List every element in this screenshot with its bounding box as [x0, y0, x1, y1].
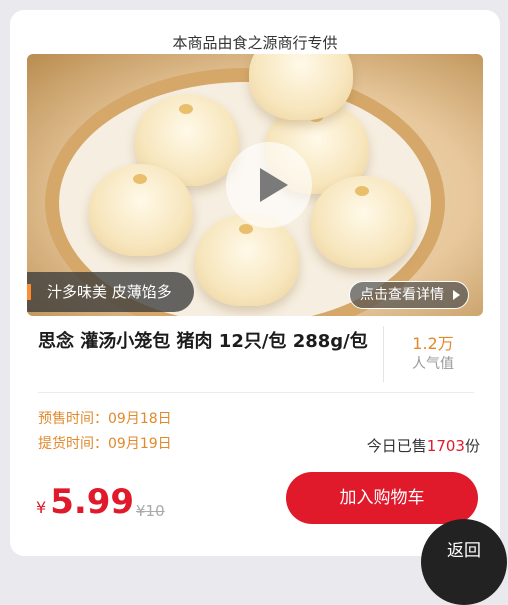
slogan-accent-bar: [27, 284, 31, 300]
product-name: 思念 灌汤小笼包 猪肉 12只/包 288g/包: [38, 331, 368, 352]
slogan-text: 汁多味美 皮薄馅多: [47, 283, 172, 301]
sales-suffix: 份: [464, 437, 480, 455]
pickup-date: 提货时间：09月19日: [38, 436, 172, 452]
price-value: 5.99: [50, 482, 135, 522]
play-icon: [260, 168, 288, 202]
presale-date: 预售时间：09月18日: [38, 411, 172, 427]
back-button[interactable]: 返回: [421, 519, 507, 605]
popularity-value: 1.2万: [412, 334, 454, 353]
current-price: ¥5.99: [36, 482, 134, 522]
product-video-thumbnail[interactable]: 汁多味美 皮薄馅多 点击查看详情: [27, 54, 483, 316]
dumpling-image: [89, 164, 193, 256]
view-details-button[interactable]: 点击查看详情: [349, 281, 469, 309]
add-to-cart-button[interactable]: 加入购物车: [286, 472, 478, 524]
original-price: ¥10: [136, 502, 165, 520]
popularity-label: 人气值: [412, 356, 454, 372]
triangle-right-icon: [453, 290, 460, 300]
currency-symbol: ¥: [36, 498, 47, 517]
sales-number: 1703: [426, 437, 465, 455]
view-details-label: 点击查看详情: [360, 287, 444, 303]
slogan-banner: 汁多味美 皮薄馅多: [27, 272, 194, 312]
divider: [383, 326, 384, 382]
sales-prefix: 今日已售: [366, 437, 427, 455]
product-card: 本商品由食之源商行专供 汁多味美 皮薄馅多 点击查看详情 思念 灌汤小笼包 猪肉…: [10, 10, 500, 556]
divider: [38, 392, 474, 393]
dumpling-image: [311, 176, 415, 268]
sales-count: 今日已售1703份: [367, 435, 480, 456]
play-button[interactable]: [226, 142, 312, 228]
supplier-note: 本商品由食之源商行专供: [172, 34, 338, 52]
